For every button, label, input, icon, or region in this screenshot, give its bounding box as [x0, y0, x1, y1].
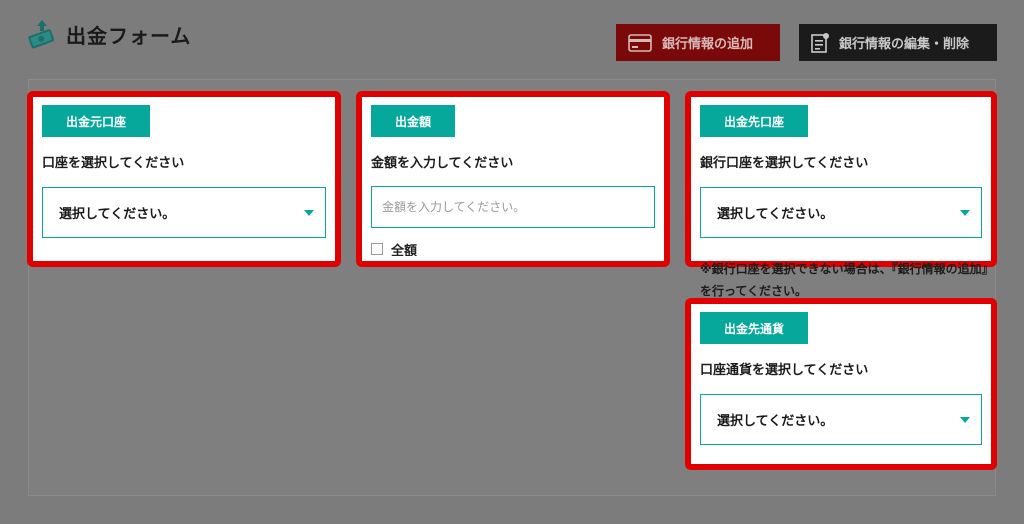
- amount-card: 出金額 金額を入力してください 全額: [356, 91, 670, 267]
- source-account-select[interactable]: 選択してください。: [42, 187, 326, 238]
- source-account-tag: 出金元口座: [42, 105, 151, 137]
- all-amount-row[interactable]: 全額: [371, 242, 655, 256]
- add-bank-info-button[interactable]: 銀行情報の追加: [616, 24, 780, 61]
- dest-account-note: ※銀行口座を選択できない場合は、『銀行情報の追加』を行ってください。: [700, 262, 988, 298]
- dest-currency-label: 口座通貨を選択してください: [700, 363, 869, 378]
- edit-bank-info-label: 銀行情報の編集・削除: [839, 36, 970, 51]
- amount-input[interactable]: [371, 186, 655, 228]
- edit-bank-info-button[interactable]: 銀行情報の編集・削除: [799, 24, 997, 61]
- caret-down-icon: [960, 416, 970, 423]
- bank-card-icon: [628, 33, 652, 52]
- add-bank-info-label: 銀行情報の追加: [662, 36, 754, 51]
- money-upload-icon: [28, 20, 55, 49]
- all-amount-checkbox[interactable]: [371, 243, 383, 255]
- dest-currency-selected: 選択してください。: [717, 414, 834, 429]
- page-header: 出金フォーム: [26, 18, 191, 50]
- dest-account-tag: 出金先口座: [700, 105, 809, 137]
- amount-tag: 出金額: [371, 105, 456, 137]
- dest-currency-card: 出金先通貨 口座通貨を選択してください 選択してください。: [685, 298, 997, 470]
- dest-account-label: 銀行口座を選択してください: [700, 156, 869, 171]
- amount-label: 金額を入力してください: [371, 156, 514, 171]
- source-account-label: 口座を選択してください: [42, 156, 185, 171]
- dest-account-selected: 選択してください。: [717, 207, 834, 222]
- caret-down-icon: [960, 209, 970, 216]
- dest-account-select[interactable]: 選択してください。: [700, 187, 982, 238]
- document-edit-icon: [811, 32, 829, 53]
- dest-currency-tag: 出金先通貨: [700, 312, 809, 344]
- dest-currency-select[interactable]: 選択してください。: [700, 394, 982, 445]
- all-amount-label: 全額: [391, 243, 418, 257]
- page-title: 出金フォーム: [66, 23, 192, 48]
- caret-down-icon: [304, 209, 314, 216]
- dest-account-card: 出金先口座 銀行口座を選択してください 選択してください。: [685, 91, 997, 267]
- source-account-card: 出金元口座 口座を選択してください 選択してください。: [27, 91, 341, 267]
- source-account-selected: 選択してください。: [59, 207, 176, 222]
